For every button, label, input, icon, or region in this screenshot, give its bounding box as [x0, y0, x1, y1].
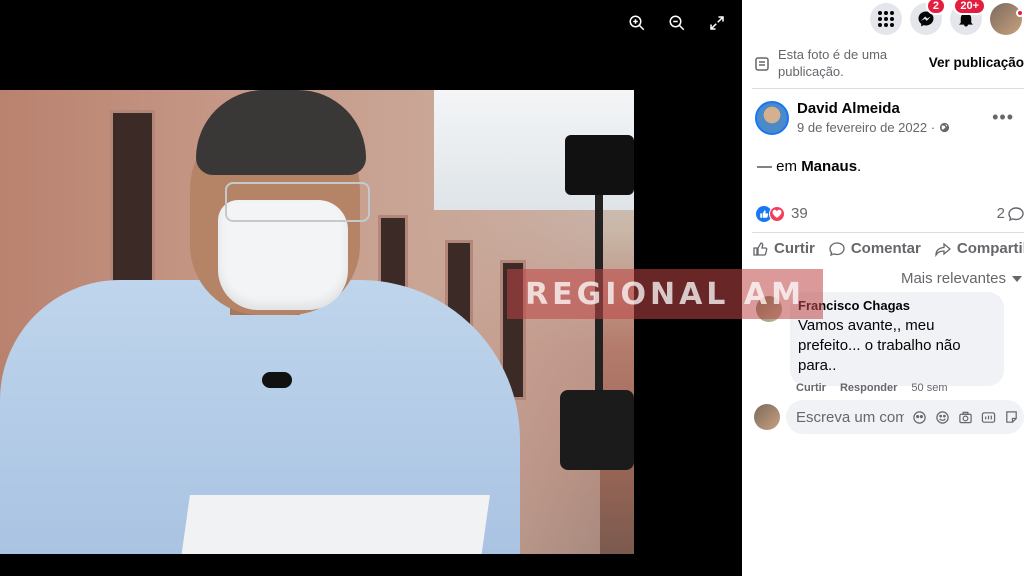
like-button-label: Curtir: [774, 240, 815, 257]
author-name[interactable]: David Almeida: [797, 100, 950, 117]
comment-input[interactable]: [796, 408, 904, 426]
comment-like-link[interactable]: Curtir: [796, 382, 826, 394]
camera-body: [560, 390, 634, 470]
reactions-count[interactable]: 39: [791, 205, 808, 222]
gif-icon[interactable]: [981, 410, 996, 425]
composer-avatar: [754, 404, 780, 430]
person-hair: [196, 90, 366, 175]
commenter-name[interactable]: Francisco Chagas: [798, 298, 992, 313]
post-note: Esta foto é de uma publicação. Ver publi…: [754, 46, 1024, 80]
emoji-icon[interactable]: [935, 410, 950, 425]
comment-reply-link[interactable]: Responder: [840, 382, 897, 394]
post-location[interactable]: Manaus: [801, 158, 857, 175]
fullscreen-icon[interactable]: [706, 12, 728, 34]
account-status-dot: [1016, 9, 1024, 17]
post-text: — em Manaus.: [757, 158, 861, 175]
menu-button[interactable]: [870, 3, 902, 35]
comments-count-text: 2: [996, 205, 1005, 222]
share-button[interactable]: Compartilhar: [935, 240, 1024, 257]
comment-sort-dropdown[interactable]: Mais relevantes: [901, 270, 1022, 287]
thumbs-up-icon: [753, 241, 768, 256]
view-post-link[interactable]: Ver publicação: [929, 55, 1024, 70]
person-glasses: [225, 182, 370, 222]
viewer-toolbar: [626, 12, 728, 34]
comment-text: Vamos avante,, meu prefeito... o trabalh…: [798, 317, 961, 374]
avatar-sticker-icon[interactable]: [912, 410, 927, 425]
comment-meta: Curtir Responder 50 sem: [796, 382, 948, 394]
zoom-out-icon[interactable]: [666, 12, 688, 34]
globe-icon: [939, 120, 950, 135]
photo-camera: [540, 135, 634, 515]
comment-button-label: Comentar: [850, 240, 921, 257]
post-actions: Curtir Comentar Compartilhar: [752, 240, 1024, 257]
grid-icon: [878, 11, 894, 27]
like-button[interactable]: Curtir: [752, 240, 815, 257]
messenger-badge: 2: [925, 0, 946, 15]
reactions-bar: 39 2: [756, 205, 1024, 222]
comments-count[interactable]: 2: [997, 205, 1024, 222]
divider: [752, 88, 1024, 89]
messenger-button[interactable]: 2: [910, 0, 946, 35]
camera-top: [565, 135, 634, 195]
watermark-text: REGIONAL AM: [525, 276, 805, 312]
watermark: REGIONAL AM: [507, 269, 823, 319]
author-avatar[interactable]: [755, 100, 789, 135]
divider: [752, 232, 1024, 233]
sticker-icon[interactable]: [1004, 410, 1019, 425]
love-reaction-icon: [769, 205, 785, 222]
top-bar: 2 20+: [742, 0, 1024, 38]
comment-composer: [754, 400, 1024, 434]
comment-icon: [829, 241, 845, 256]
comment-button[interactable]: Comentar: [829, 240, 921, 257]
share-icon: [935, 242, 951, 257]
comment-sort-label: Mais relevantes: [900, 270, 1006, 287]
comment-input-box[interactable]: [786, 400, 1024, 434]
post-note-text: Esta foto é de uma publicação.: [778, 47, 888, 79]
person-paper: [180, 495, 490, 554]
comment-time[interactable]: 50 sem: [911, 382, 947, 394]
comment-bubble-icon: [1008, 206, 1024, 221]
more-options-icon[interactable]: •••: [992, 107, 1014, 128]
notifications-badge: 20+: [953, 0, 986, 15]
post-text-prefix: — em: [757, 158, 802, 175]
photo-person: [0, 90, 520, 554]
post-date: 9 de fevereiro de 2022 ·: [797, 120, 950, 135]
post-photo: [0, 90, 634, 554]
camera-icon[interactable]: [958, 410, 973, 425]
post-note-icon: [754, 56, 770, 72]
account-avatar[interactable]: [990, 3, 1024, 35]
share-button-label: Compartilhar: [956, 240, 1024, 257]
zoom-in-icon[interactable]: [626, 12, 648, 34]
post-author: David Almeida 9 de fevereiro de 2022 · •…: [755, 100, 1024, 135]
lavalier-mic: [262, 372, 292, 388]
post-text-suffix: .: [857, 158, 862, 175]
notifications-button[interactable]: 20+: [950, 0, 986, 35]
chevron-down-icon: [1012, 275, 1022, 282]
post-date-text[interactable]: 9 de fevereiro de 2022 ·: [797, 120, 935, 135]
